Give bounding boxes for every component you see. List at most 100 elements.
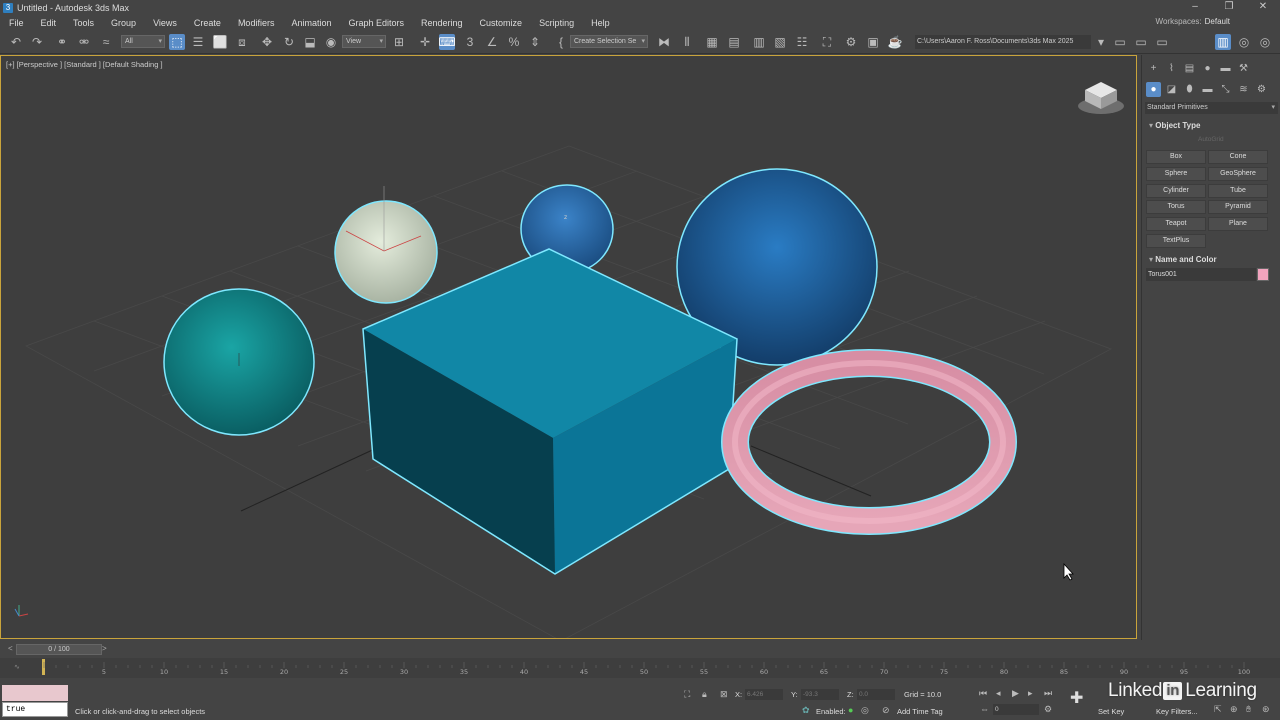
selection-filter-dropdown[interactable]: All <box>121 35 165 48</box>
angle-snap-icon[interactable]: ∠ <box>484 34 500 50</box>
project-path-field[interactable]: C:\Users\Aaron F. Ross\Documents\3ds Max… <box>915 35 1091 49</box>
go-to-end-icon[interactable]: ⏭ <box>1044 688 1052 699</box>
select-manipulate-icon[interactable]: ✛ <box>417 34 433 50</box>
sphere-button[interactable]: Sphere <box>1146 167 1206 181</box>
create-tab-icon[interactable]: + <box>1146 61 1161 76</box>
project-settings-icon[interactable]: ▭ <box>1154 34 1170 50</box>
render-icon[interactable]: ☕ <box>887 34 903 50</box>
key-mode-icon[interactable]: ⇔ <box>980 704 989 714</box>
viewport-toggle-icon[interactable]: ◎ <box>861 705 869 716</box>
place-icon[interactable]: ◉ <box>323 34 339 50</box>
next-frame-icon[interactable]: ▸ <box>1028 688 1033 699</box>
lights-category-icon[interactable]: ⬮ <box>1182 82 1197 97</box>
modify-tab-icon[interactable]: ⌇ <box>1164 61 1179 76</box>
cameras-category-icon[interactable]: ▬ <box>1200 82 1215 97</box>
menu-create[interactable]: Create <box>185 18 229 28</box>
selection-lock-icon[interactable]: 🔒︎ <box>702 689 707 700</box>
motion-tab-icon[interactable]: ● <box>1200 61 1215 76</box>
cylinder-button[interactable]: Cylinder <box>1146 184 1206 198</box>
unlink-icon[interactable]: ⚮ <box>76 34 92 50</box>
help-icon[interactable]: ◎ <box>1236 34 1252 50</box>
selection-region-icon[interactable]: ⬜ <box>212 34 228 50</box>
maximize-button[interactable]: ❐ <box>1212 0 1246 15</box>
maxscript-listener-output[interactable]: true <box>2 702 68 717</box>
redo-icon[interactable]: ↷ <box>29 34 45 50</box>
hierarchy-tab-icon[interactable]: ▤ <box>1182 61 1197 76</box>
spinner-snap-icon[interactable]: ⇕ <box>527 34 543 50</box>
select-object-icon[interactable]: ⬚ <box>169 34 185 50</box>
menu-group[interactable]: Group <box>102 18 144 28</box>
maxscript-listener-input[interactable] <box>2 685 68 701</box>
workspaces-selector[interactable]: Workspaces: Default <box>1156 17 1230 26</box>
current-frame-field[interactable]: 0 <box>993 704 1039 715</box>
pyramid-button[interactable]: Pyramid <box>1208 200 1268 214</box>
textplus-button[interactable]: TextPlus <box>1146 234 1206 248</box>
teapot-button[interactable]: Teapot <box>1146 217 1206 231</box>
scale-icon[interactable]: ⬓ <box>302 34 318 50</box>
display-tab-icon[interactable]: ▬ <box>1218 61 1233 76</box>
cone-button[interactable]: Cone <box>1208 150 1268 164</box>
named-selection-dropdown[interactable]: Create Selection Se <box>570 35 648 48</box>
menu-scripting[interactable]: Scripting <box>530 18 582 28</box>
play-icon[interactable]: ▶ <box>1012 688 1019 699</box>
viewport-label[interactable]: [+] [Perspective ] [Standard ] [Default … <box>6 60 163 69</box>
box-object[interactable] <box>362 248 738 575</box>
adaptive-degradation-icon[interactable]: ✿ <box>802 705 810 716</box>
menu-views[interactable]: Views <box>144 18 185 28</box>
close-button[interactable]: ✕ <box>1246 0 1280 15</box>
utilities-tab-icon[interactable]: ⚒ <box>1236 61 1251 76</box>
shapes-category-icon[interactable]: ◪ <box>1164 82 1179 97</box>
ribbon-icon[interactable]: ▥ <box>751 34 767 50</box>
percent-snap-icon[interactable]: % <box>506 34 522 50</box>
window-crossing-icon[interactable]: ⧈ <box>234 34 250 50</box>
teal-sphere[interactable] <box>163 288 315 436</box>
white-sphere[interactable] <box>334 186 438 304</box>
plane-button[interactable]: Plane <box>1208 217 1268 231</box>
mirror-icon[interactable]: ⧓ <box>656 34 672 50</box>
snaps-toggle-icon[interactable]: 3 <box>462 34 478 50</box>
layer-explorer-icon[interactable]: ▤ <box>726 34 742 50</box>
edit-named-selections-icon[interactable]: { <box>553 34 569 50</box>
spacewarps-category-icon[interactable]: ≋ <box>1236 82 1251 97</box>
rotate-icon[interactable]: ↻ <box>281 34 297 50</box>
menu-customize[interactable]: Customize <box>471 18 531 28</box>
add-time-tag-button[interactable]: Add Time Tag <box>897 707 943 716</box>
project-folder-icon[interactable]: ▾ <box>1093 34 1109 50</box>
y-coordinate-field[interactable]: -93.3 <box>801 689 839 700</box>
zoom-icon[interactable]: ⊕ <box>1230 704 1238 715</box>
minimize-button[interactable]: – <box>1178 0 1212 15</box>
torus-button[interactable]: Torus <box>1146 200 1206 214</box>
set-key-icon[interactable]: ✚ <box>1070 688 1083 708</box>
absolute-mode-icon[interactable]: ⊠ <box>720 689 728 700</box>
scene-view[interactable]: z <box>1 56 1137 639</box>
z-coordinate-field[interactable]: 0.0 <box>857 689 895 700</box>
curve-editor-icon[interactable]: ▧ <box>772 34 788 50</box>
systems-category-icon[interactable]: ⚙ <box>1254 82 1269 97</box>
previous-frame-icon[interactable]: ◂ <box>996 688 1001 699</box>
menu-graph-editors[interactable]: Graph Editors <box>339 18 412 28</box>
link-icon[interactable]: ⚭ <box>54 34 70 50</box>
menu-file[interactable]: File <box>0 18 32 28</box>
time-slider[interactable]: < 0 / 100 > <box>0 641 1280 657</box>
enabled-status-icon[interactable]: ● <box>848 705 853 715</box>
menu-tools[interactable]: Tools <box>64 18 102 28</box>
material-editor-icon[interactable]: ⛶ <box>819 34 835 50</box>
box-button[interactable]: Box <box>1146 150 1206 164</box>
viewport-nav-icon[interactable]: ⇱ <box>1214 704 1222 715</box>
autogrid-checkbox[interactable]: AutoGrid <box>1198 136 1224 143</box>
time-slider-next-icon[interactable]: > <box>102 644 107 653</box>
helpers-category-icon[interactable]: ⤡ <box>1218 82 1233 97</box>
save-folder-icon[interactable]: ▭ <box>1133 34 1149 50</box>
align-icon[interactable]: ⫴ <box>679 34 695 50</box>
sign-in-icon[interactable]: ◎ <box>1257 34 1273 50</box>
tube-button[interactable]: Tube <box>1208 184 1268 198</box>
geometry-category-icon[interactable]: ● <box>1146 81 1161 97</box>
reference-coord-dropdown[interactable]: View <box>342 35 386 48</box>
schematic-view-icon[interactable]: ☷ <box>794 34 810 50</box>
orbit-icon[interactable]: ⊛ <box>1262 704 1270 715</box>
menu-help[interactable]: Help <box>582 18 618 28</box>
geosphere-button[interactable]: GeoSphere <box>1208 167 1268 181</box>
menu-edit[interactable]: Edit <box>32 18 65 28</box>
viewcube-icon[interactable] <box>1075 76 1127 116</box>
menu-rendering[interactable]: Rendering <box>412 18 471 28</box>
